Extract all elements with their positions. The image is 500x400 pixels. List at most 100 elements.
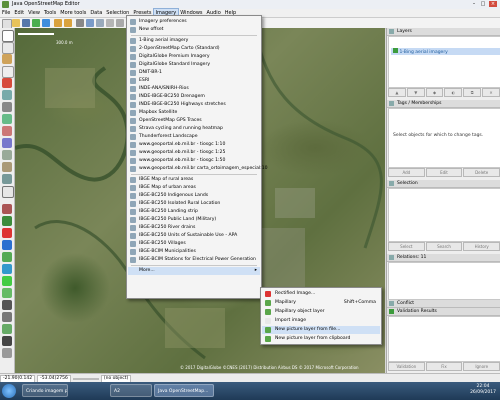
check-icon[interactable]	[2, 186, 14, 198]
imagery-menu-item[interactable]: OpenStreetMap GPS Traces	[128, 117, 260, 125]
tools-icon[interactable]	[116, 19, 124, 27]
follow-icon[interactable]	[2, 114, 12, 124]
imagery-menu-item[interactable]: IBGE-BC250 Units of Sustainable Use - AP…	[128, 232, 260, 240]
ignore-button[interactable]: Ignore	[463, 362, 500, 371]
imagery-menu-item[interactable]: www.geoportal.eb.mil.br - tiosgc 1:50	[128, 157, 260, 165]
imagery-menu-item[interactable]: www.geoportal.eb.mil.br - tiosgc 1:25	[128, 149, 260, 157]
improve-way-icon[interactable]	[2, 90, 12, 100]
menu-tools[interactable]: Tools	[42, 9, 58, 17]
preset-amenity-icon[interactable]	[2, 252, 12, 262]
map-attribution[interactable]: © 2017 DigitalGlobe ©CNES (2017) Distrib…	[180, 365, 359, 370]
preferences-icon[interactable]	[76, 19, 84, 27]
preset-farm-icon[interactable]	[2, 288, 12, 298]
circle-icon[interactable]	[2, 150, 12, 160]
conflict-panel-header[interactable]: Conflict	[387, 300, 500, 308]
imagery-menu-item[interactable]: 2-OpenStreetMap Carto (Standard)	[128, 45, 260, 53]
history-button[interactable]: History	[463, 242, 500, 251]
preset-rail-icon[interactable]	[2, 336, 12, 346]
preset-power-icon[interactable]	[2, 276, 12, 286]
selection-panel-header[interactable]: Selection	[387, 180, 500, 188]
menu-edit[interactable]: Edit	[12, 9, 26, 17]
taskbar-item-chrome[interactable]: Criando imagem pa...	[22, 384, 68, 397]
search-icon[interactable]	[96, 19, 104, 27]
combine-icon[interactable]	[2, 138, 12, 148]
preset-tree-icon[interactable]	[2, 216, 12, 226]
menu-file[interactable]: File	[0, 9, 12, 17]
imagery-menu-item[interactable]: DigitalGlobe Standard Imagery	[128, 61, 260, 69]
imagery-menu-item[interactable]: Mapbox Satellite	[128, 109, 260, 117]
imagery-menu-item[interactable]: IBGE-BC250 Indigenous Lands	[128, 192, 260, 200]
edit-tag-button[interactable]: Edit	[425, 168, 463, 177]
fix-button[interactable]: Fix	[425, 362, 463, 371]
relations-panel-header[interactable]: Relations: 11	[387, 254, 500, 262]
move-up-icon[interactable]: ▲	[388, 88, 406, 97]
preset-water-icon[interactable]	[2, 264, 12, 274]
more-submenu-item[interactable]: New picture layer from file...	[262, 326, 380, 334]
imagery-menu-item[interactable]: DNIT-BR-1	[128, 69, 260, 77]
imagery-menu-item[interactable]: New offset	[128, 26, 260, 34]
plugin-icon[interactable]	[106, 19, 114, 27]
validation-button[interactable]: Validation	[388, 362, 425, 371]
close-button[interactable]: ×	[489, 1, 497, 7]
imagery-menu-item[interactable]: Thunderforest Landscape	[128, 133, 260, 141]
orthogonal-icon[interactable]	[2, 162, 12, 172]
download-icon[interactable]	[42, 19, 50, 27]
imagery-menu-item[interactable]: IBGE-BC250 Isolated Rural Location	[128, 200, 260, 208]
maximize-button[interactable]: □	[479, 1, 487, 7]
upload-icon[interactable]	[32, 19, 40, 27]
imagery-menu-item[interactable]: DigitalGlobe Premium Imagery	[128, 53, 260, 61]
visibility-icon[interactable]: ◐	[444, 88, 463, 97]
imagery-menu-item[interactable]: IBGE-BC250 Public Land (Military)	[128, 216, 260, 224]
preset-building-icon[interactable]	[2, 204, 12, 214]
preset-other-icon[interactable]	[2, 348, 12, 358]
more-submenu-item[interactable]: Import image	[262, 317, 380, 325]
delete-layer-icon[interactable]: ✕	[482, 88, 500, 97]
parallel-icon[interactable]	[2, 102, 12, 112]
undo-icon[interactable]	[54, 19, 62, 27]
imagery-menu-item[interactable]: IBGE-BC250 Landing strip	[128, 208, 260, 216]
search-button[interactable]: Search	[425, 242, 463, 251]
lasso-tool-icon[interactable]	[2, 42, 14, 54]
tags-panel-header[interactable]: Tags / Memberships	[387, 100, 500, 108]
align-icon[interactable]	[2, 174, 12, 184]
zoom-tool-icon[interactable]	[2, 66, 14, 78]
open-icon[interactable]	[12, 19, 20, 27]
imagery-menu-item[interactable]: 1-Bing aerial imagery	[128, 37, 260, 45]
imagery-menu-item[interactable]: Strava cycling and running heatmap	[128, 125, 260, 133]
more-submenu-item[interactable]: New picture layer from clipboard	[262, 335, 380, 343]
imagery-menu-item[interactable]: IBGE-BCIM Municipalities	[128, 248, 260, 256]
activate-icon[interactable]: ◆	[425, 88, 444, 97]
imagery-menu-item[interactable]: IBGE-BC250 Villages	[128, 240, 260, 248]
redo-icon[interactable]	[64, 19, 72, 27]
preset-address-icon[interactable]	[2, 228, 12, 238]
more-submenu-item[interactable]: Mapillary Shift+Comma	[262, 299, 380, 307]
save-icon[interactable]	[22, 19, 30, 27]
preset-misc-icon[interactable]	[2, 312, 12, 322]
delete-tag-button[interactable]: Delete	[463, 168, 500, 177]
delete-tool-icon[interactable]	[2, 78, 12, 88]
imagery-menu-item[interactable]: INDE-IBGE-BC250 Highways stretches	[128, 101, 260, 109]
preset-shop-icon[interactable]	[2, 240, 12, 250]
taskbar-item-josm[interactable]: Java OpenStreetMap...	[154, 384, 214, 397]
split-icon[interactable]	[2, 126, 12, 136]
move-down-icon[interactable]: ▼	[406, 88, 425, 97]
imagery-menu-item[interactable]: More... ▸	[128, 267, 260, 275]
layers-panel-header[interactable]: Layers	[387, 28, 500, 36]
imagery-menu-item[interactable]: IBGE-BCIM Stations for Electrical Power …	[128, 256, 260, 264]
more-submenu-item[interactable]: Rectified Image...	[262, 290, 380, 298]
imagery-menu-item[interactable]: INDE-ANA/SNIRH-Rios	[128, 85, 260, 93]
imagery-menu-item[interactable]: IBGE Map of rural areas	[128, 176, 260, 184]
imagery-menu-item[interactable]: INDE-IBGE-BC250 Drenagem	[128, 93, 260, 101]
menu-more-tools[interactable]: More tools	[58, 9, 88, 17]
taskbar-clock[interactable]: 22:04 26/09/2017	[470, 384, 496, 396]
imagery-menu-item[interactable]: IBGE Map of urban areas	[128, 184, 260, 192]
more-submenu-item[interactable]: Mapillary object layer	[262, 308, 380, 316]
imagery-menu-item[interactable]: www.geoportal.eb.mil.br carta_ortoimagem…	[128, 165, 268, 173]
imagery-menu-item[interactable]: Imagery preferences	[128, 18, 260, 26]
validation-panel-header[interactable]: Validation Results	[387, 308, 500, 316]
layer-row-selected[interactable]: 1-Bing aerial imagery	[391, 48, 500, 55]
preset-highway-icon[interactable]	[2, 300, 12, 310]
draw-tool-icon[interactable]	[2, 54, 12, 64]
select-tool-icon[interactable]	[2, 30, 14, 42]
zoom-icon[interactable]	[86, 19, 94, 27]
